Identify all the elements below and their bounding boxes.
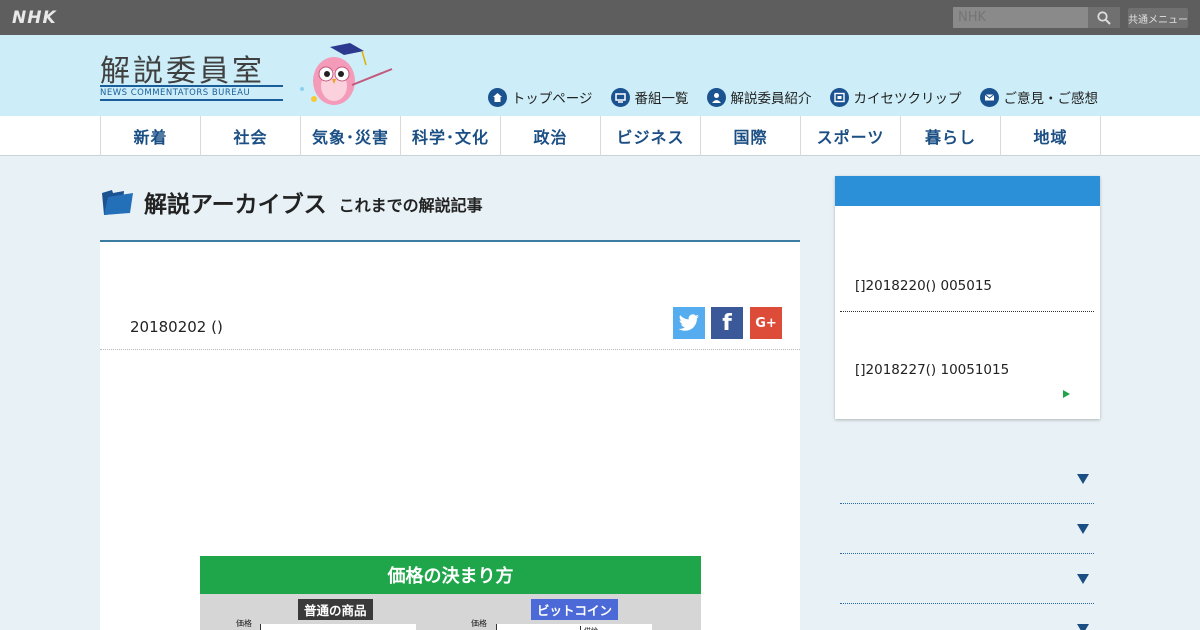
- search-input[interactable]: [953, 7, 1088, 28]
- top-bar: NHK 共通メニュー: [0, 0, 1200, 35]
- chevron-down-icon: [1077, 474, 1089, 484]
- sidebar-card: []2018220() 005015 []2018227() 10051015: [835, 176, 1100, 419]
- owl-mascot-icon: [300, 43, 393, 105]
- chevron-down-icon: [1077, 574, 1089, 584]
- category-society[interactable]: 社会: [201, 116, 301, 156]
- facebook-icon: f: [722, 310, 732, 336]
- sidebar-accordion-row[interactable]: [840, 504, 1094, 554]
- nav-label: ご意見・ご感想: [1003, 91, 1099, 107]
- figure-plot-left: [260, 624, 416, 630]
- sidebar-card-header: [835, 176, 1100, 206]
- archive-heading: 解説アーカイブス これまでの解説記事: [100, 185, 483, 219]
- sidebar-accordion-row[interactable]: [840, 604, 1094, 630]
- nav-kaisetsu-clip[interactable]: カイセツクリップ: [829, 87, 962, 107]
- header-nav: トップページ 番組一覧 解説委員紹介 カイセツクリップ ご意見・ご感想: [487, 87, 1099, 107]
- sidebar-accordion-row[interactable]: [840, 454, 1094, 504]
- search-icon: [1097, 10, 1111, 25]
- mail-icon: [979, 87, 999, 107]
- category-international[interactable]: 国際: [701, 116, 801, 156]
- sidebar-divider: [840, 311, 1094, 312]
- category-sports[interactable]: スポーツ: [801, 116, 901, 156]
- tv-icon: [610, 87, 630, 107]
- figure-supply-label: 供給: [580, 626, 598, 630]
- category-science-culture[interactable]: 科学･文化: [401, 116, 501, 156]
- category-nav: 新着 社会 気象･災害 科学･文化 政治 ビジネス 国際 スポーツ 暮らし 地域: [0, 116, 1200, 156]
- figure-title: 価格の決まり方: [200, 556, 701, 594]
- site-header: 解説委員室 NEWS COMMENTATORS BUREAU トップページ 番組…: [0, 35, 1200, 116]
- category-weather-disaster[interactable]: 気象･災害: [301, 116, 401, 156]
- article-figure: 価格の決まり方 普通の商品 ビットコイン 価格 価格 供給: [200, 556, 701, 630]
- category-region[interactable]: 地域: [1001, 116, 1101, 156]
- home-icon: [487, 87, 507, 107]
- figure-plot-right: [496, 624, 652, 630]
- category-living[interactable]: 暮らし: [901, 116, 1001, 156]
- page-subtitle: これまでの解説記事: [338, 196, 483, 215]
- facebook-share-button[interactable]: f: [711, 307, 743, 339]
- film-icon: [829, 87, 849, 107]
- twitter-icon: [678, 314, 699, 331]
- nav-label: カイセツクリップ: [853, 91, 962, 107]
- google-plus-share-button[interactable]: G+: [750, 307, 782, 339]
- nav-commentators[interactable]: 解説委員紹介: [706, 87, 812, 107]
- figure-label-bitcoin: ビットコイン: [531, 599, 619, 620]
- twitter-share-button[interactable]: [673, 307, 705, 339]
- nav-label: トップページ: [511, 91, 593, 107]
- chevron-down-icon: [1077, 524, 1089, 534]
- category-new[interactable]: 新着: [101, 116, 201, 156]
- sidebar-item[interactable]: []2018220() 005015: [855, 278, 992, 294]
- category-business[interactable]: ビジネス: [601, 116, 701, 156]
- more-arrow-icon[interactable]: [1063, 390, 1070, 398]
- page-title: 解説アーカイブス: [144, 192, 327, 218]
- article-date: 20180202 (): [130, 318, 223, 336]
- category-politics[interactable]: 政治: [501, 116, 601, 156]
- figure-axis-left: 価格: [236, 619, 252, 628]
- nav-feedback[interactable]: ご意見・ご感想: [979, 87, 1099, 107]
- sidebar-item[interactable]: []2018227() 10051015: [855, 362, 1009, 378]
- nav-program-list[interactable]: 番組一覧: [610, 87, 689, 107]
- article-panel: 20180202 () f G+ 価格の決まり方 普通の商品 ビットコイン 価格…: [100, 242, 800, 630]
- figure-axis-right: 価格: [471, 619, 487, 628]
- figure-label-normal-goods: 普通の商品: [298, 599, 373, 620]
- sidebar-accordion-row[interactable]: [840, 554, 1094, 604]
- nav-top-page[interactable]: トップページ: [487, 87, 593, 107]
- common-menu-button[interactable]: 共通メニュー: [1128, 8, 1188, 28]
- google-plus-icon: G+: [755, 315, 777, 331]
- search-button[interactable]: [1088, 7, 1120, 28]
- nhk-logo[interactable]: NHK: [12, 8, 57, 28]
- nav-label: 解説委員紹介: [730, 91, 812, 107]
- site-title[interactable]: 解説委員室: [100, 46, 265, 90]
- nav-label: 番組一覧: [634, 91, 689, 107]
- folder-icon: [102, 190, 133, 215]
- chevron-down-icon: [1077, 624, 1089, 630]
- article-divider: [100, 349, 800, 350]
- site-subtitle: NEWS COMMENTATORS BUREAU: [100, 85, 283, 101]
- person-icon: [706, 87, 726, 107]
